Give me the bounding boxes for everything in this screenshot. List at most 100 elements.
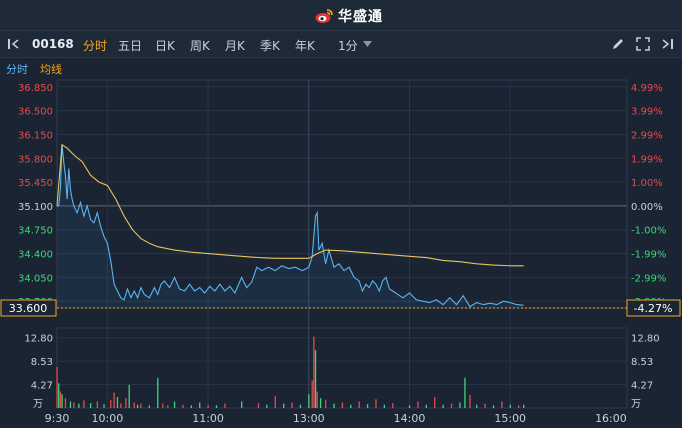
tab-five-day[interactable]: 五日 <box>118 37 142 54</box>
time-tick-label: 13:00 <box>293 412 325 425</box>
pct-tick-label: 2.99% <box>631 130 663 141</box>
price-tick-label: 34.400 <box>18 250 53 261</box>
volume-bar <box>59 391 62 408</box>
volume-bar <box>190 405 192 408</box>
pct-tick-label: 1.00% <box>631 178 663 189</box>
fullscreen-icon[interactable] <box>636 37 650 51</box>
volume-bar <box>425 404 427 408</box>
collapse-sidebar-icon[interactable] <box>7 37 21 51</box>
volume-tick-label-right: 12.80 <box>631 334 660 345</box>
volume-bar <box>314 350 317 408</box>
volume-bar <box>207 404 209 408</box>
tab-monthly-k[interactable]: 月K <box>225 37 245 54</box>
volume-bar <box>501 401 503 408</box>
volume-bar <box>96 401 98 408</box>
volume-bar <box>133 402 135 408</box>
volume-bar <box>173 401 176 408</box>
chart-legend: 分时 均线 <box>0 58 682 78</box>
legend-average[interactable]: 均线 <box>40 61 62 77</box>
brand-name: 华盛通 <box>338 9 383 25</box>
volume-bar <box>162 403 164 408</box>
volume-bar <box>408 405 411 408</box>
volume-bar <box>464 377 466 408</box>
legend-price[interactable]: 分时 <box>6 61 28 77</box>
volume-unit-label: 万 <box>33 399 43 410</box>
volume-bar <box>73 402 75 408</box>
current-change-label: -4.27% <box>634 302 673 315</box>
price-tick-label: 35.800 <box>18 154 53 165</box>
time-tick-label: 16:00 <box>595 412 627 425</box>
volume-tick-label-right: 8.53 <box>631 357 653 368</box>
volume-bar <box>89 403 92 408</box>
pct-tick-label: 3.99% <box>631 107 663 118</box>
time-tick-label: 14:00 <box>394 412 426 425</box>
expand-right-icon[interactable] <box>660 37 674 51</box>
volume-bar <box>484 403 486 408</box>
volume-bar <box>224 403 226 408</box>
volume-bar <box>241 401 243 408</box>
caret-down-icon[interactable] <box>363 41 372 47</box>
volume-bar <box>136 404 139 408</box>
volume-bar <box>110 399 112 408</box>
brand-logo: 华盛通 <box>314 6 383 26</box>
volume-bar <box>341 402 344 408</box>
time-tick-label: 9:30 <box>45 412 70 425</box>
volume-bar <box>113 392 115 408</box>
volume-bar <box>299 404 302 408</box>
pct-tick-label: 1.99% <box>631 154 663 165</box>
volume-bar <box>518 405 520 408</box>
volume-bar <box>434 397 436 408</box>
volume-bar <box>291 402 293 408</box>
volume-bar <box>215 405 218 408</box>
pct-tick-label: 0.00% <box>631 202 663 213</box>
volume-bar <box>58 383 60 408</box>
price-tick-label: 36.850 <box>18 83 53 94</box>
pct-tick-label: -2.99% <box>631 273 666 284</box>
pct-tick-label: -1.00% <box>631 226 666 237</box>
volume-bar <box>392 403 394 408</box>
tab-quarterly-k[interactable]: 季K <box>260 37 280 54</box>
volume-bar <box>459 402 461 408</box>
volume-bar <box>350 404 352 408</box>
volume-bar <box>324 399 327 408</box>
volume-bar <box>199 402 201 408</box>
volume-bar <box>274 395 276 408</box>
stock-code: 00168 <box>32 37 74 51</box>
volume-bar <box>509 404 511 408</box>
intraday-chart[interactable]: 36.850 4.99% 36.500 3.99% 36.150 2.99% 35.800 1… <box>0 78 682 428</box>
price-tick-label: 34.750 <box>18 226 53 237</box>
volume-bar <box>157 377 159 408</box>
volume-bar <box>383 404 386 408</box>
volume-bar <box>61 394 63 408</box>
volume-bar <box>308 394 310 408</box>
interval-select[interactable]: 1分 <box>338 37 358 54</box>
tab-weekly-k[interactable]: 周K <box>190 37 210 54</box>
tab-yearly-k[interactable]: 年K <box>295 37 315 54</box>
tab-daily-k[interactable]: 日K <box>155 37 175 54</box>
tab-intraday[interactable]: 分时 <box>83 37 107 54</box>
volume-bar <box>167 405 169 408</box>
volume-bar <box>358 401 360 408</box>
volume-tick-label: 4.27 <box>31 381 53 392</box>
volume-bar <box>140 403 142 408</box>
pencil-draw-icon[interactable] <box>611 37 625 51</box>
price-tick-label: 36.500 <box>18 107 53 118</box>
volume-panel-frame <box>56 327 628 409</box>
volume-bar <box>333 403 335 408</box>
pct-tick-label: -1.99% <box>631 250 666 261</box>
weibo-logo-icon <box>315 9 333 23</box>
volume-bar <box>56 366 58 408</box>
price-tick-label: 35.100 <box>18 202 53 213</box>
chart-toolbar: 00168 分时 五日 日K 周K 月K 季K 年K 1分 <box>0 31 682 58</box>
volume-bar <box>450 403 453 408</box>
app-title-bar: 华盛通 <box>0 0 682 31</box>
volume-bar <box>78 403 80 408</box>
volume-bar <box>257 403 260 408</box>
average-line <box>56 143 524 267</box>
volume-tick-label: 12.80 <box>24 334 53 345</box>
time-tick-label: 10:00 <box>92 412 124 425</box>
volume-bar <box>148 405 151 408</box>
volume-bar <box>83 400 85 408</box>
volume-bar <box>182 404 184 408</box>
price-tick-label: 34.050 <box>18 273 53 284</box>
